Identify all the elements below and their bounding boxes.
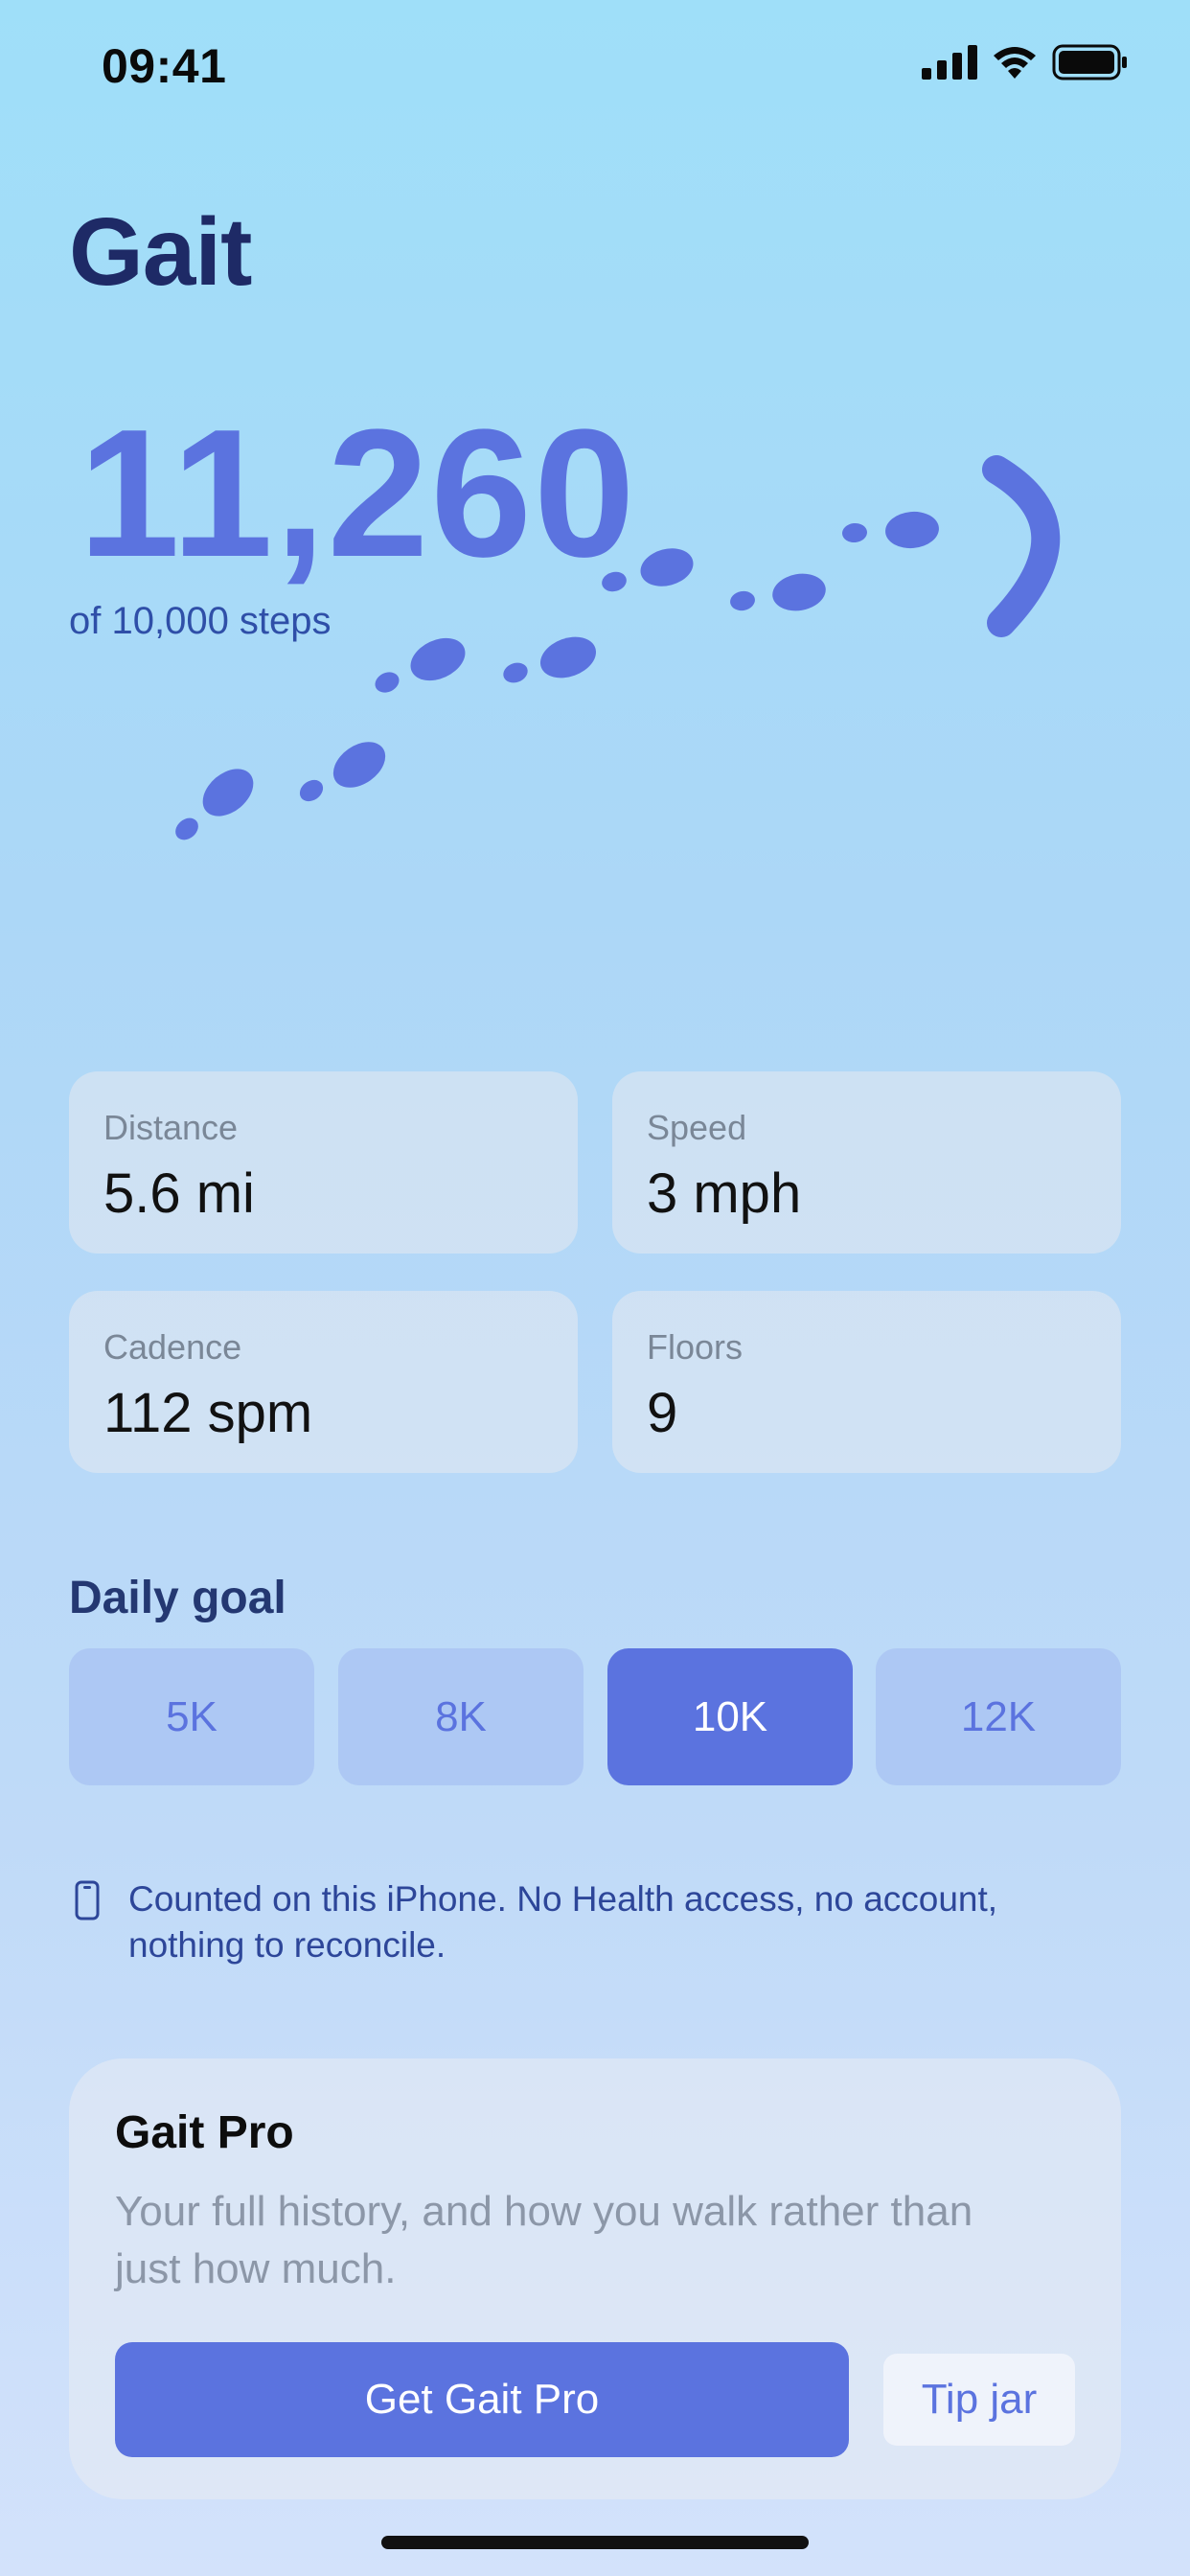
footprint-mark <box>202 769 254 816</box>
tip-jar-button[interactable]: Tip jar <box>883 2354 1075 2446</box>
stat-label: Distance <box>103 1108 239 1147</box>
footprints-trail-illustration <box>175 455 1061 840</box>
footprint-mark <box>730 590 755 611</box>
status-time: 09:41 <box>102 39 227 93</box>
battery-icon <box>1052 44 1127 80</box>
footprint-mark <box>410 637 466 681</box>
goal-option-8k[interactable]: 8K <box>338 1648 584 1785</box>
stat-value: 9 <box>647 1382 678 1444</box>
goal-option-10k[interactable]: 10K <box>607 1648 853 1785</box>
stat-value: 112 spm <box>103 1382 313 1444</box>
stat-card-floors: Floors 9 <box>612 1291 1121 1473</box>
stat-label: Cadence <box>103 1327 242 1367</box>
phone-icon <box>75 1880 100 1920</box>
stat-value: 3 mph <box>647 1162 802 1225</box>
goal-option-12k[interactable]: 12K <box>876 1648 1121 1785</box>
daily-goal-title: Daily goal <box>69 1573 286 1623</box>
goal-option-5k[interactable]: 5K <box>69 1648 314 1785</box>
stat-card-cadence: Cadence 112 spm <box>69 1291 578 1473</box>
footprint-mark <box>175 817 198 840</box>
pro-title: Gait Pro <box>115 2107 294 2158</box>
app-title: Gait <box>69 198 252 306</box>
stat-label: Speed <box>647 1108 747 1147</box>
stat-value: 5.6 mi <box>103 1162 255 1225</box>
footprint-mark <box>299 779 324 802</box>
get-pro-button[interactable]: Get Gait Pro <box>115 2342 849 2457</box>
stat-label: Floors <box>647 1327 744 1367</box>
footprint-mark <box>602 571 627 592</box>
footprint-mark <box>503 662 528 683</box>
footprint-mark <box>332 742 386 788</box>
status-icons <box>922 44 1129 80</box>
privacy-note: Counted on this iPhone. No Health access… <box>128 1879 998 1965</box>
wifi-icon <box>994 47 1036 79</box>
footprint-mark <box>375 672 400 693</box>
stat-card-distance: Distance 5.6 mi <box>69 1071 578 1254</box>
progress-arc <box>982 455 1061 637</box>
footprint-mark <box>539 636 597 678</box>
stat-card-speed: Speed 3 mph <box>612 1071 1121 1254</box>
home-indicator[interactable] <box>381 2536 809 2549</box>
footprint-mark <box>772 573 826 611</box>
footprint-mark <box>640 548 694 586</box>
pro-description: Your full history, and how you walk rath… <box>115 2188 973 2292</box>
pro-card: Gait Pro Your full history, and how you … <box>69 2058 1121 2499</box>
footprint-mark <box>842 522 867 543</box>
cellular-signal-icon <box>922 45 977 80</box>
footprint-mark <box>885 511 939 549</box>
